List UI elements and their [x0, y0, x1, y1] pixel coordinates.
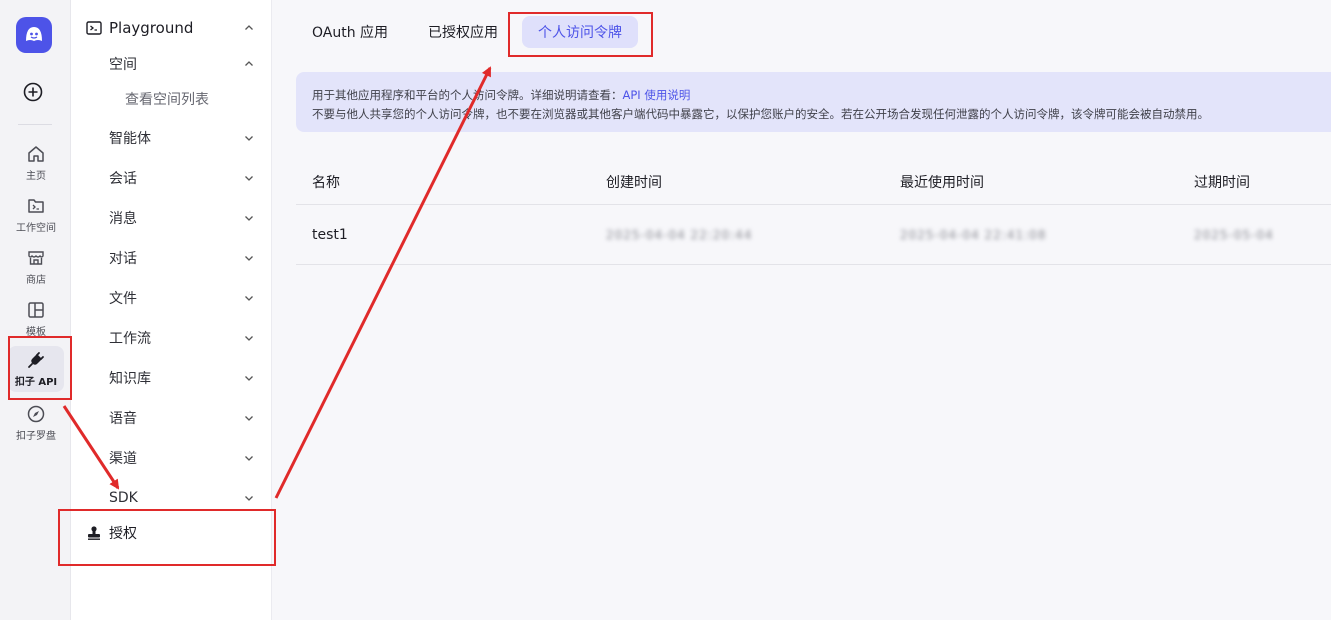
chevron-up-icon [245, 25, 253, 30]
highlight-box-api [8, 336, 72, 400]
rail-item-label: 工作空间 [16, 223, 56, 234]
sidebar-item-label: 渠道 [109, 451, 137, 467]
token-last-used-time: 2025-04-04 22:41:08 [900, 227, 1047, 242]
sidebar-item-audio[interactable]: 语音 [109, 406, 261, 430]
arrow-to-token-tab [274, 66, 492, 499]
sidebar-item-sdk[interactable]: SDK [109, 486, 261, 510]
logo-icon [26, 27, 42, 41]
rail-item-workspace[interactable]: 工作空间 [8, 192, 64, 240]
chevron-up-icon [245, 61, 253, 66]
sidebar-item-channel[interactable]: 渠道 [109, 446, 261, 470]
sidebar-item-playground[interactable]: Playground [85, 16, 261, 40]
tab-authorized-apps[interactable]: 已授权应用 [412, 16, 514, 48]
create-button[interactable] [22, 81, 44, 103]
highlight-box-auth [58, 509, 276, 566]
rail-divider [18, 124, 52, 125]
rail-item-home[interactable]: 主页 [8, 140, 64, 188]
sidebar-item-file[interactable]: 文件 [109, 286, 261, 310]
rail-item-label: 主页 [26, 171, 46, 182]
rail-item-label: 商店 [26, 275, 46, 286]
chevron-down-icon [245, 176, 253, 181]
rail-item-label: 扣子罗盘 [16, 431, 56, 442]
tab-oauth-apps[interactable]: OAuth 应用 [296, 16, 404, 48]
sidebar-item-label: Playground [109, 19, 194, 37]
sidebar-item-label: 空间 [109, 57, 137, 73]
chevron-down-icon [245, 296, 253, 301]
chevron-down-icon [245, 496, 253, 501]
template-icon [26, 300, 46, 320]
notice-warning-text: 不要与他人共享您的个人访问令牌，也不要在浏览器或其他客户端代码中暴露它，以保护您… [312, 107, 1209, 121]
column-header-expires: 过期时间 [1194, 175, 1250, 191]
sidebar-item-label: 工作流 [109, 331, 151, 347]
sidebar-item-label: 文件 [109, 291, 137, 307]
plus-circle-icon [23, 82, 43, 102]
chevron-down-icon [245, 336, 253, 341]
chevron-down-icon [245, 136, 253, 141]
sidebar-item-knowledge[interactable]: 知识库 [109, 366, 261, 390]
sidebar-item-label: 知识库 [109, 371, 151, 387]
workspace-icon [26, 196, 46, 216]
chevron-down-icon [245, 376, 253, 381]
sidebar-item-label: 会话 [109, 171, 137, 187]
sidebar-item-workflow[interactable]: 工作流 [109, 326, 261, 350]
compass-icon [26, 404, 46, 424]
chevron-down-icon [245, 256, 253, 261]
sidebar-item-label: 语音 [109, 411, 137, 427]
sidebar-item-bot[interactable]: 智能体 [109, 126, 261, 150]
sidebar-item-label: SDK [109, 490, 138, 506]
token-name: test1 [312, 226, 348, 243]
token-created-time: 2025-04-04 22:20:44 [606, 227, 753, 242]
highlight-box-token-tab [508, 12, 653, 57]
sidebar-item-label: 消息 [109, 211, 137, 227]
chevron-down-icon [245, 416, 253, 421]
sidebar-item-label: 对话 [109, 251, 137, 267]
info-notice: 用于其他应用程序和平台的个人访问令牌。详细说明请查看：API 使用说明 不要与他… [296, 72, 1331, 132]
playground-icon [86, 21, 102, 35]
token-expire-time: 2025-05-04 [1194, 227, 1274, 242]
rail-item-store[interactable]: 商店 [8, 244, 64, 292]
app-logo[interactable] [16, 17, 52, 53]
sidebar-item-label: 智能体 [109, 131, 151, 147]
table-row[interactable]: test1 2025-04-04 22:20:44 2025-04-04 22:… [296, 205, 1331, 265]
column-header-name: 名称 [312, 175, 340, 191]
notice-text: 用于其他应用程序和平台的个人访问令牌。详细说明请查看： [312, 88, 623, 102]
column-header-last-used: 最近使用时间 [900, 175, 984, 191]
sidebar-item-space[interactable]: 空间 [109, 52, 261, 76]
column-header-created: 创建时间 [606, 175, 662, 191]
sidebar-item-chat[interactable]: 对话 [109, 246, 261, 270]
api-docs-link[interactable]: API 使用说明 [623, 88, 691, 102]
sidebar-subitem-list-spaces[interactable]: 查看空间列表 [125, 89, 209, 109]
token-table: 名称 创建时间 最近使用时间 过期时间 test1 2025-04-04 22:… [296, 160, 1331, 265]
table-header: 名称 创建时间 最近使用时间 过期时间 [296, 160, 1331, 205]
store-icon [26, 248, 46, 268]
rail-item-compass[interactable]: 扣子罗盘 [8, 400, 64, 448]
sidebar-item-message[interactable]: 消息 [109, 206, 261, 230]
sidebar-item-conversation[interactable]: 会话 [109, 166, 261, 190]
home-icon [26, 144, 46, 164]
chevron-down-icon [245, 216, 253, 221]
chevron-down-icon [245, 456, 253, 461]
